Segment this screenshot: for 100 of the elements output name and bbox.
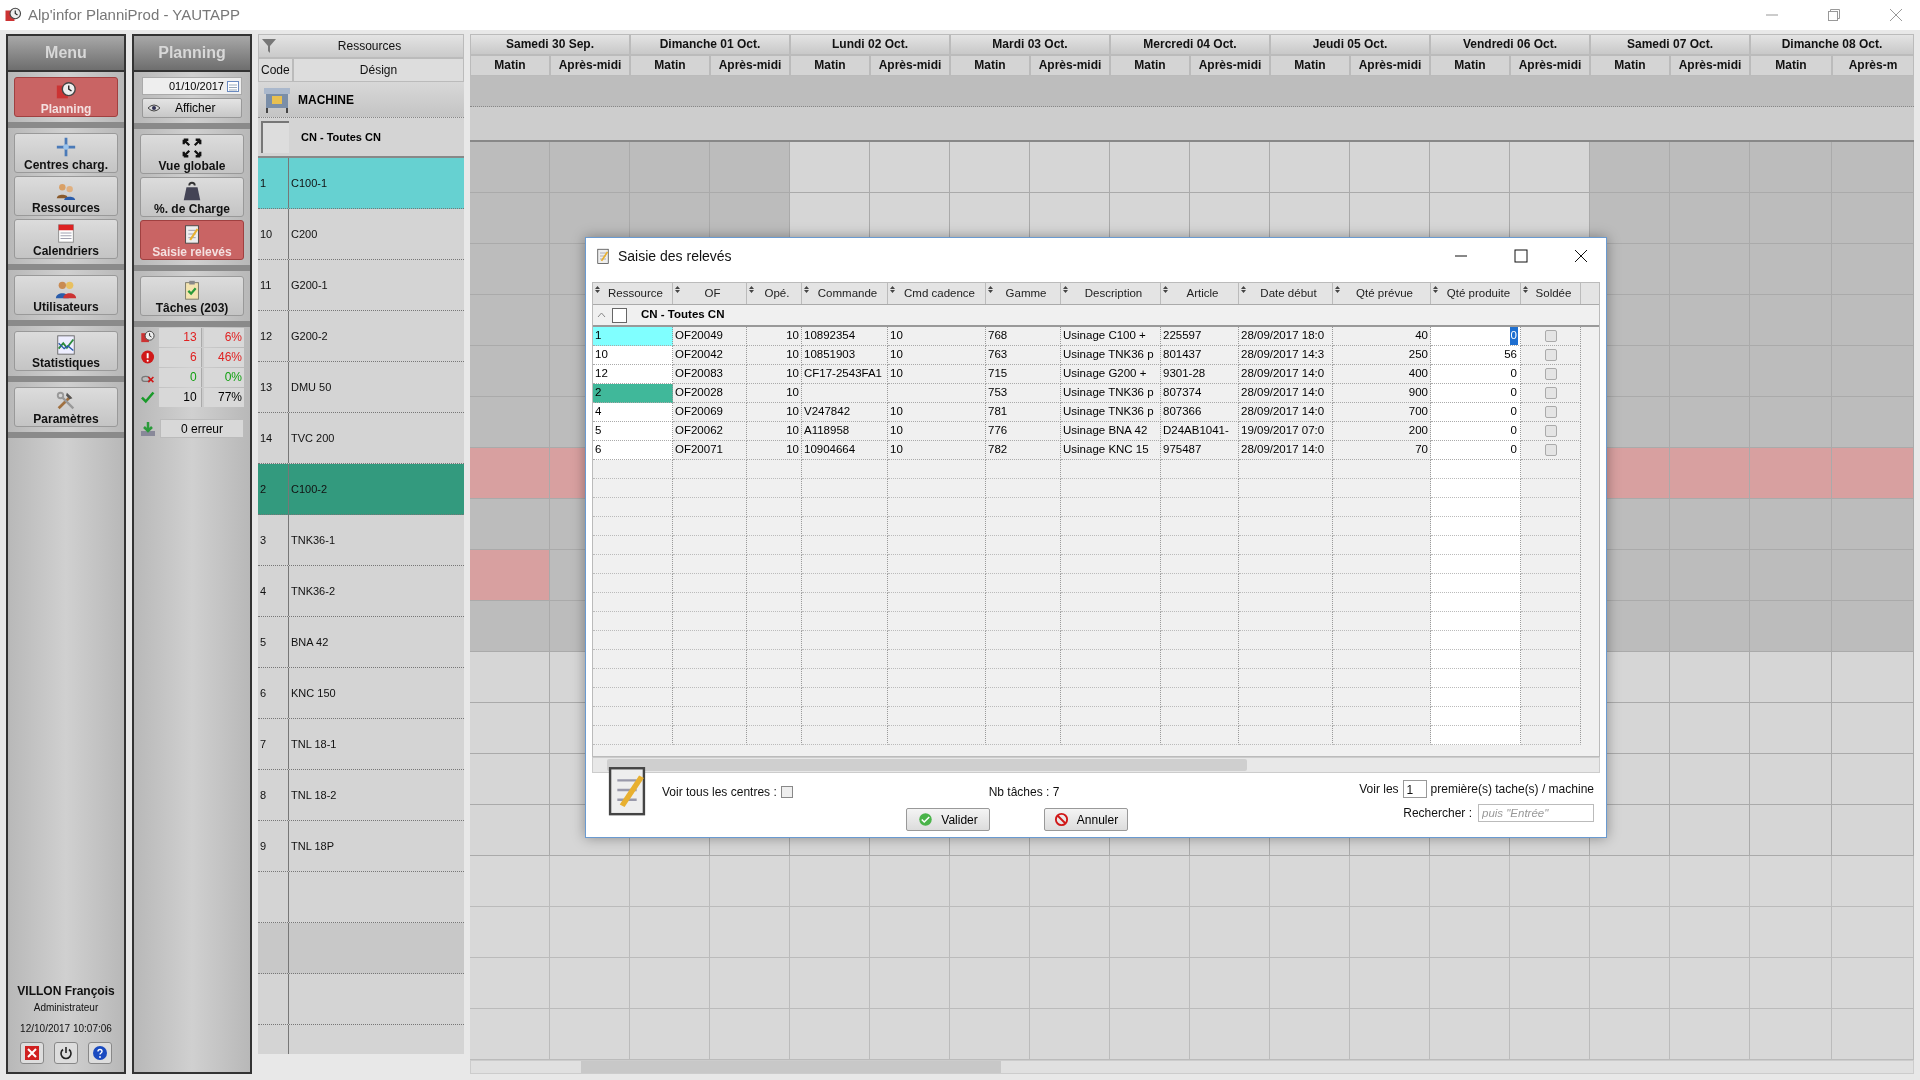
column-header[interactable]: Date début: [1239, 283, 1333, 304]
time-slot[interactable]: [1190, 141, 1270, 193]
time-slot[interactable]: [1832, 192, 1914, 244]
resource-row[interactable]: 10 C200: [258, 209, 464, 260]
time-slot[interactable]: [1590, 141, 1670, 193]
time-slot[interactable]: [1590, 855, 1670, 907]
time-slot[interactable]: [1670, 906, 1750, 958]
resource-row[interactable]: 1 C100-1: [258, 158, 464, 209]
time-slot[interactable]: [1190, 957, 1270, 1009]
time-slot[interactable]: [1670, 804, 1750, 856]
time-slot[interactable]: [1110, 141, 1190, 193]
time-slot[interactable]: [950, 141, 1030, 193]
search-field[interactable]: puis "Entrée": [1478, 804, 1594, 822]
time-slot[interactable]: [1590, 957, 1670, 1009]
time-slot[interactable]: [1832, 141, 1914, 193]
time-slot[interactable]: [1030, 906, 1110, 958]
time-slot[interactable]: [1670, 855, 1750, 907]
dialog-button[interactable]: Annuler: [1044, 808, 1128, 831]
time-slot[interactable]: [470, 702, 550, 754]
quantity-field[interactable]: 0: [1509, 327, 1518, 345]
column-header[interactable]: Description: [1061, 283, 1161, 304]
time-slot[interactable]: [630, 957, 710, 1009]
time-slot[interactable]: [1670, 600, 1750, 652]
count-field[interactable]: 1: [1402, 780, 1427, 798]
time-slot[interactable]: [470, 651, 550, 703]
time-slot[interactable]: [470, 345, 550, 397]
time-slot[interactable]: [470, 243, 550, 295]
time-slot[interactable]: [1832, 753, 1914, 805]
time-slot[interactable]: [470, 804, 550, 856]
quantity-field[interactable]: 0: [1509, 365, 1518, 383]
time-slot[interactable]: [870, 957, 950, 1009]
time-slot[interactable]: [470, 396, 550, 448]
time-slot[interactable]: [1832, 957, 1914, 1009]
time-slot[interactable]: [1832, 345, 1914, 397]
time-slot[interactable]: [630, 1008, 710, 1060]
nav-button[interactable]: Centres charg.: [14, 133, 118, 173]
resource-row[interactable]: 6 KNC 150: [258, 668, 464, 719]
time-slot[interactable]: [1110, 1008, 1190, 1060]
time-slot[interactable]: [1110, 855, 1190, 907]
time-slot[interactable]: [550, 141, 630, 193]
column-header[interactable]: Ressource: [593, 283, 673, 304]
time-slot[interactable]: [710, 906, 790, 958]
time-slot[interactable]: [1670, 702, 1750, 754]
checkbox[interactable]: [1544, 387, 1557, 399]
time-slot[interactable]: [1832, 855, 1914, 907]
show-button[interactable]: Afficher: [142, 98, 242, 118]
checkbox[interactable]: [1544, 406, 1557, 418]
time-slot[interactable]: [1350, 957, 1430, 1009]
group-checkbox[interactable]: [612, 307, 627, 323]
nav-button[interactable]: %. de Charge: [140, 177, 244, 217]
time-slot[interactable]: [1430, 1008, 1510, 1060]
time-slot[interactable]: [790, 855, 870, 907]
time-slot[interactable]: [1832, 294, 1914, 346]
time-slot[interactable]: [1832, 906, 1914, 958]
time-slot[interactable]: [1750, 600, 1832, 652]
time-slot[interactable]: [1270, 141, 1350, 193]
nav-button[interactable]: Ressources: [14, 176, 118, 216]
resource-row[interactable]: 11 G200-1: [258, 260, 464, 311]
time-slot[interactable]: [550, 906, 630, 958]
column-header[interactable]: Gamme: [986, 283, 1061, 304]
time-slot[interactable]: [710, 957, 790, 1009]
time-slot[interactable]: [1350, 141, 1430, 193]
column-header[interactable]: Désign: [293, 58, 464, 82]
time-slot[interactable]: [1590, 192, 1670, 244]
time-slot[interactable]: [1670, 651, 1750, 703]
time-slot[interactable]: [1750, 906, 1832, 958]
time-slot[interactable]: [470, 192, 550, 244]
time-slot[interactable]: [1670, 1008, 1750, 1060]
group-checkbox[interactable]: [261, 121, 289, 153]
resource-row[interactable]: 5 BNA 42: [258, 617, 464, 668]
time-slot[interactable]: [1510, 957, 1590, 1009]
quantity-field[interactable]: 0: [1509, 441, 1518, 459]
time-slot[interactable]: [550, 957, 630, 1009]
time-slot[interactable]: [1670, 498, 1750, 550]
nav-button[interactable]: Paramètres: [14, 387, 118, 427]
quit-button[interactable]: [20, 1042, 44, 1064]
time-slot[interactable]: [1750, 651, 1832, 703]
resource-row[interactable]: 14 TVC 200: [258, 413, 464, 464]
resource-row[interactable]: 8 TNL 18-2: [258, 770, 464, 821]
resource-row[interactable]: 4 TNK36-2: [258, 566, 464, 617]
time-slot[interactable]: [870, 141, 950, 193]
time-slot[interactable]: [1670, 141, 1750, 193]
nav-button[interactable]: Utilisateurs: [14, 275, 118, 315]
time-slot[interactable]: [470, 141, 550, 193]
time-slot[interactable]: [1110, 957, 1190, 1009]
time-slot[interactable]: [1270, 906, 1350, 958]
time-slot[interactable]: [1832, 804, 1914, 856]
time-slot[interactable]: [870, 855, 950, 907]
time-slot[interactable]: [790, 957, 870, 1009]
checkbox[interactable]: [1544, 349, 1557, 361]
quantity-field[interactable]: 0: [1509, 384, 1518, 402]
time-slot[interactable]: [1590, 906, 1670, 958]
time-slot[interactable]: [1832, 1008, 1914, 1060]
quantity-field[interactable]: 0: [1509, 422, 1518, 440]
time-slot[interactable]: [550, 1008, 630, 1060]
time-slot[interactable]: [1510, 141, 1590, 193]
time-slot[interactable]: [1270, 957, 1350, 1009]
time-slot[interactable]: [1510, 855, 1590, 907]
time-slot[interactable]: [1350, 906, 1430, 958]
time-slot[interactable]: [1190, 906, 1270, 958]
